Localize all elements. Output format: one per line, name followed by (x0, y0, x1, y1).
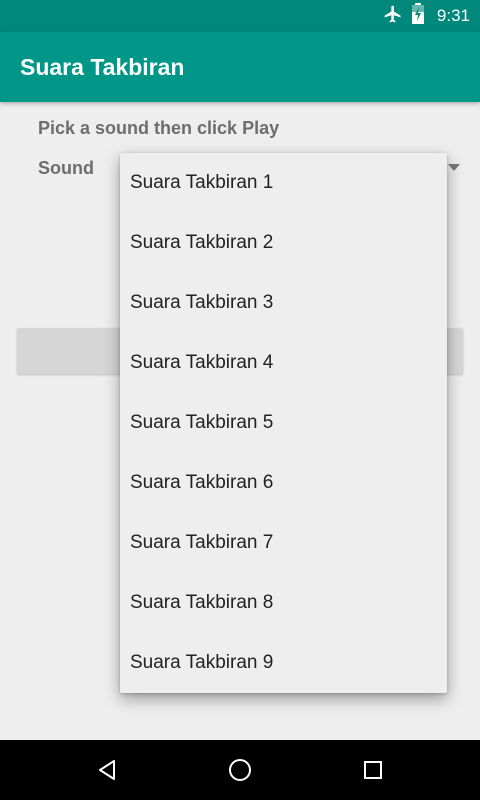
status-time: 9:31 (436, 6, 470, 25)
back-icon[interactable] (87, 750, 127, 790)
airplane-mode-icon (383, 4, 403, 29)
sound-label: Sound (38, 158, 94, 178)
navigation-bar (0, 740, 480, 800)
dropdown-option[interactable]: Suara Takbiran 5 (120, 393, 447, 453)
dropdown-option[interactable]: Suara Takbiran 3 (120, 273, 447, 333)
dropdown-option[interactable]: Suara Takbiran 7 (120, 513, 447, 573)
dropdown-option[interactable]: Suara Takbiran 8 (120, 573, 447, 633)
battery-charging-icon (411, 2, 425, 30)
app-bar: Suara Takbiran (0, 32, 480, 102)
status-bar: 9:31 (0, 0, 480, 32)
dropdown-option[interactable]: Suara Takbiran 6 (120, 453, 447, 513)
dropdown-option[interactable]: Suara Takbiran 1 (120, 153, 447, 213)
dropdown-option[interactable]: Suara Takbiran 2 (120, 213, 447, 273)
dropdown-option[interactable]: Suara Takbiran 9 (120, 633, 447, 693)
sound-dropdown-menu: Suara Takbiran 1 Suara Takbiran 2 Suara Ta… (120, 153, 447, 693)
dropdown-arrow-icon[interactable] (448, 164, 460, 171)
home-icon[interactable] (220, 750, 260, 790)
instruction-text: Pick a sound then click Play (38, 118, 280, 138)
app-title: Suara Takbiran (20, 53, 185, 80)
dropdown-option[interactable]: Suara Takbiran 4 (120, 333, 447, 393)
recents-icon[interactable] (353, 750, 393, 790)
